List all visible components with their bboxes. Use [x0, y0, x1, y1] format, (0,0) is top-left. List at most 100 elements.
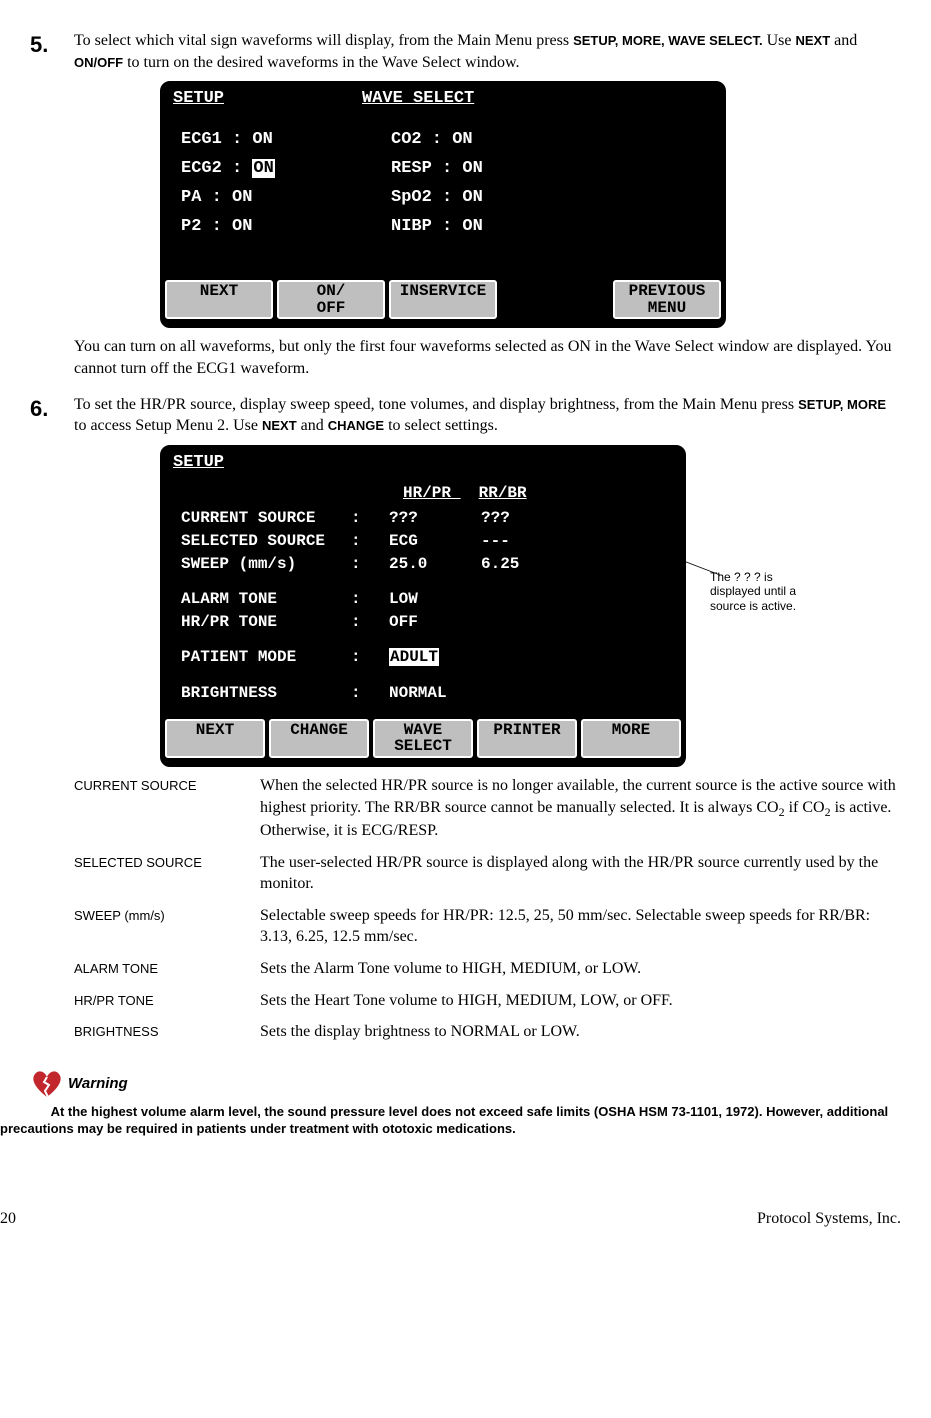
value: --- — [481, 531, 510, 553]
def-term: BRIGHTNESS — [74, 1021, 260, 1043]
col-rrbr: RR/BR — [479, 484, 527, 502]
wave-select-screen-wrap: SETUP WAVE SELECT ECG1 : ONCO2 : ON ECG2… — [160, 81, 901, 328]
key-more: MORE — [622, 33, 661, 48]
colon: : — [351, 531, 389, 553]
label: BRIGHTNESS — [181, 683, 351, 705]
key-setup: SETUP — [573, 33, 615, 48]
step-5: 5. To select which vital sign waveforms … — [30, 30, 901, 73]
text: To select which vital sign waveforms wil… — [74, 32, 573, 49]
def-desc: Sets the Heart Tone volume to HIGH, MEDI… — [260, 990, 901, 1012]
def-term: ALARM TONE — [74, 958, 260, 980]
key-change: CHANGE — [328, 418, 384, 433]
screen-title-setup: SETUP — [173, 88, 224, 111]
step-6: 6. To set the HR/PR source, display swee… — [30, 394, 901, 437]
text: To set the HR/PR source, display sweep s… — [74, 396, 798, 413]
step-number: 6. — [30, 394, 74, 437]
row: P2 : ONNIBP : ON — [181, 216, 705, 239]
value: 25.0 — [389, 554, 481, 576]
label: HR/PR TONE — [181, 612, 351, 634]
colon: : — [351, 647, 389, 669]
selected-value: ON — [252, 159, 274, 178]
text: ECG2 : — [181, 159, 252, 178]
row: PATIENT MODE:ADULT — [181, 647, 665, 669]
change-button[interactable]: CHANGE — [269, 719, 369, 759]
col-hrpr: HR/PR — [403, 484, 461, 502]
row: SELECTED SOURCE:ECG--- — [181, 531, 665, 553]
def-row: HR/PR TONESets the Heart Tone volume to … — [74, 990, 901, 1012]
more-button[interactable]: MORE — [581, 719, 681, 759]
key-next: NEXT — [262, 418, 297, 433]
screen-title-setup: SETUP — [173, 452, 224, 475]
cell: SpO2 : ON — [391, 187, 483, 210]
value: 6.25 — [481, 554, 519, 576]
wave-select-button[interactable]: WAVE SELECT — [373, 719, 473, 759]
def-row: SWEEP (mm/s)Selectable sweep speeds for … — [74, 905, 901, 948]
row: ECG1 : ONCO2 : ON — [181, 129, 705, 152]
callout-text: The ? ? ? is displayed until a source is… — [710, 570, 820, 613]
row: CURRENT SOURCE:?????? — [181, 508, 665, 530]
label: ALARM TONE — [181, 589, 351, 611]
def-desc: Sets the Alarm Tone volume to HIGH, MEDI… — [260, 958, 901, 980]
cell: RESP : ON — [391, 158, 483, 181]
row: HR/PR TONE:OFF — [181, 612, 665, 634]
def-desc: The user-selected HR/PR source is displa… — [260, 852, 901, 895]
next-button[interactable]: NEXT — [165, 719, 265, 759]
def-row: CURRENT SOURCE When the selected HR/PR s… — [74, 775, 901, 842]
button-bar: NEXT CHANGE WAVE SELECT PRINTER MORE — [163, 714, 683, 765]
row: SWEEP (mm/s):25.06.25 — [181, 554, 665, 576]
note-step5: You can turn on all waveforms, but only … — [74, 336, 901, 379]
colon: : — [351, 589, 389, 611]
warning-text: At the highest volume alarm level, the s… — [0, 1103, 901, 1138]
screen-body: HR/PR RR/BR CURRENT SOURCE:?????? SELECT… — [163, 477, 683, 714]
comma: , — [615, 33, 622, 48]
value: ADULT — [389, 647, 481, 669]
column-headers: HR/PR RR/BR — [403, 483, 665, 505]
text: and — [830, 32, 857, 49]
key-more: MORE — [847, 397, 886, 412]
definition-list: CURRENT SOURCE When the selected HR/PR s… — [74, 775, 901, 1043]
row: BRIGHTNESS:NORMAL — [181, 683, 665, 705]
onoff-button[interactable]: ON/ OFF — [277, 280, 385, 320]
company-name: Protocol Systems, Inc. — [757, 1208, 901, 1230]
value: NORMAL — [389, 683, 481, 705]
colon: : — [351, 508, 389, 530]
page-number: 20 — [0, 1208, 16, 1230]
setup-screen: SETUP HR/PR RR/BR CURRENT SOURCE:?????? … — [160, 445, 686, 767]
cell: PA : ON — [181, 187, 391, 210]
cell: ECG1 : ON — [181, 129, 391, 152]
def-row: SELECTED SOURCEThe user-selected HR/PR s… — [74, 852, 901, 895]
screen-headers: SETUP — [163, 448, 683, 477]
key-next: NEXT — [796, 33, 831, 48]
def-desc: Sets the display brightness to NORMAL or… — [260, 1021, 901, 1043]
cell: ECG2 : ON — [181, 158, 391, 181]
screen-rows: ECG1 : ONCO2 : ON ECG2 : ONRESP : ON PA … — [163, 113, 723, 275]
colon: : — [351, 683, 389, 705]
screen-headers: SETUP WAVE SELECT — [163, 84, 723, 113]
key-onoff: ON/OFF — [74, 55, 123, 70]
warning-block: Warning At the highest volume alarm leve… — [30, 1069, 901, 1138]
text: to select settings. — [384, 417, 498, 434]
key-setup: SETUP — [798, 397, 840, 412]
screen-title-wave: WAVE SELECT — [362, 88, 474, 111]
def-row: BRIGHTNESSSets the display brightness to… — [74, 1021, 901, 1043]
row: ALARM TONE:LOW — [181, 589, 665, 611]
cell: P2 : ON — [181, 216, 391, 239]
step-body: To select which vital sign waveforms wil… — [74, 30, 901, 73]
def-desc: When the selected HR/PR source is no lon… — [260, 775, 901, 842]
printer-button[interactable]: PRINTER — [477, 719, 577, 759]
cell: NIBP : ON — [391, 216, 483, 239]
key-wave-select: WAVE SELECT. — [668, 33, 762, 48]
value: ??? — [389, 508, 481, 530]
cell: CO2 : ON — [391, 129, 473, 152]
previous-menu-button[interactable]: PREVIOUS MENU — [613, 280, 721, 320]
text: to turn on the desired waveforms in the … — [123, 54, 519, 71]
label: CURRENT SOURCE — [181, 508, 351, 530]
value: ECG — [389, 531, 481, 553]
next-button[interactable]: NEXT — [165, 280, 273, 320]
inservice-button[interactable]: INSERVICE — [389, 280, 497, 320]
def-row: ALARM TONESets the Alarm Tone volume to … — [74, 958, 901, 980]
text: and — [297, 417, 328, 434]
colon: : — [351, 554, 389, 576]
value: ??? — [481, 508, 510, 530]
def-term: SELECTED SOURCE — [74, 852, 260, 895]
